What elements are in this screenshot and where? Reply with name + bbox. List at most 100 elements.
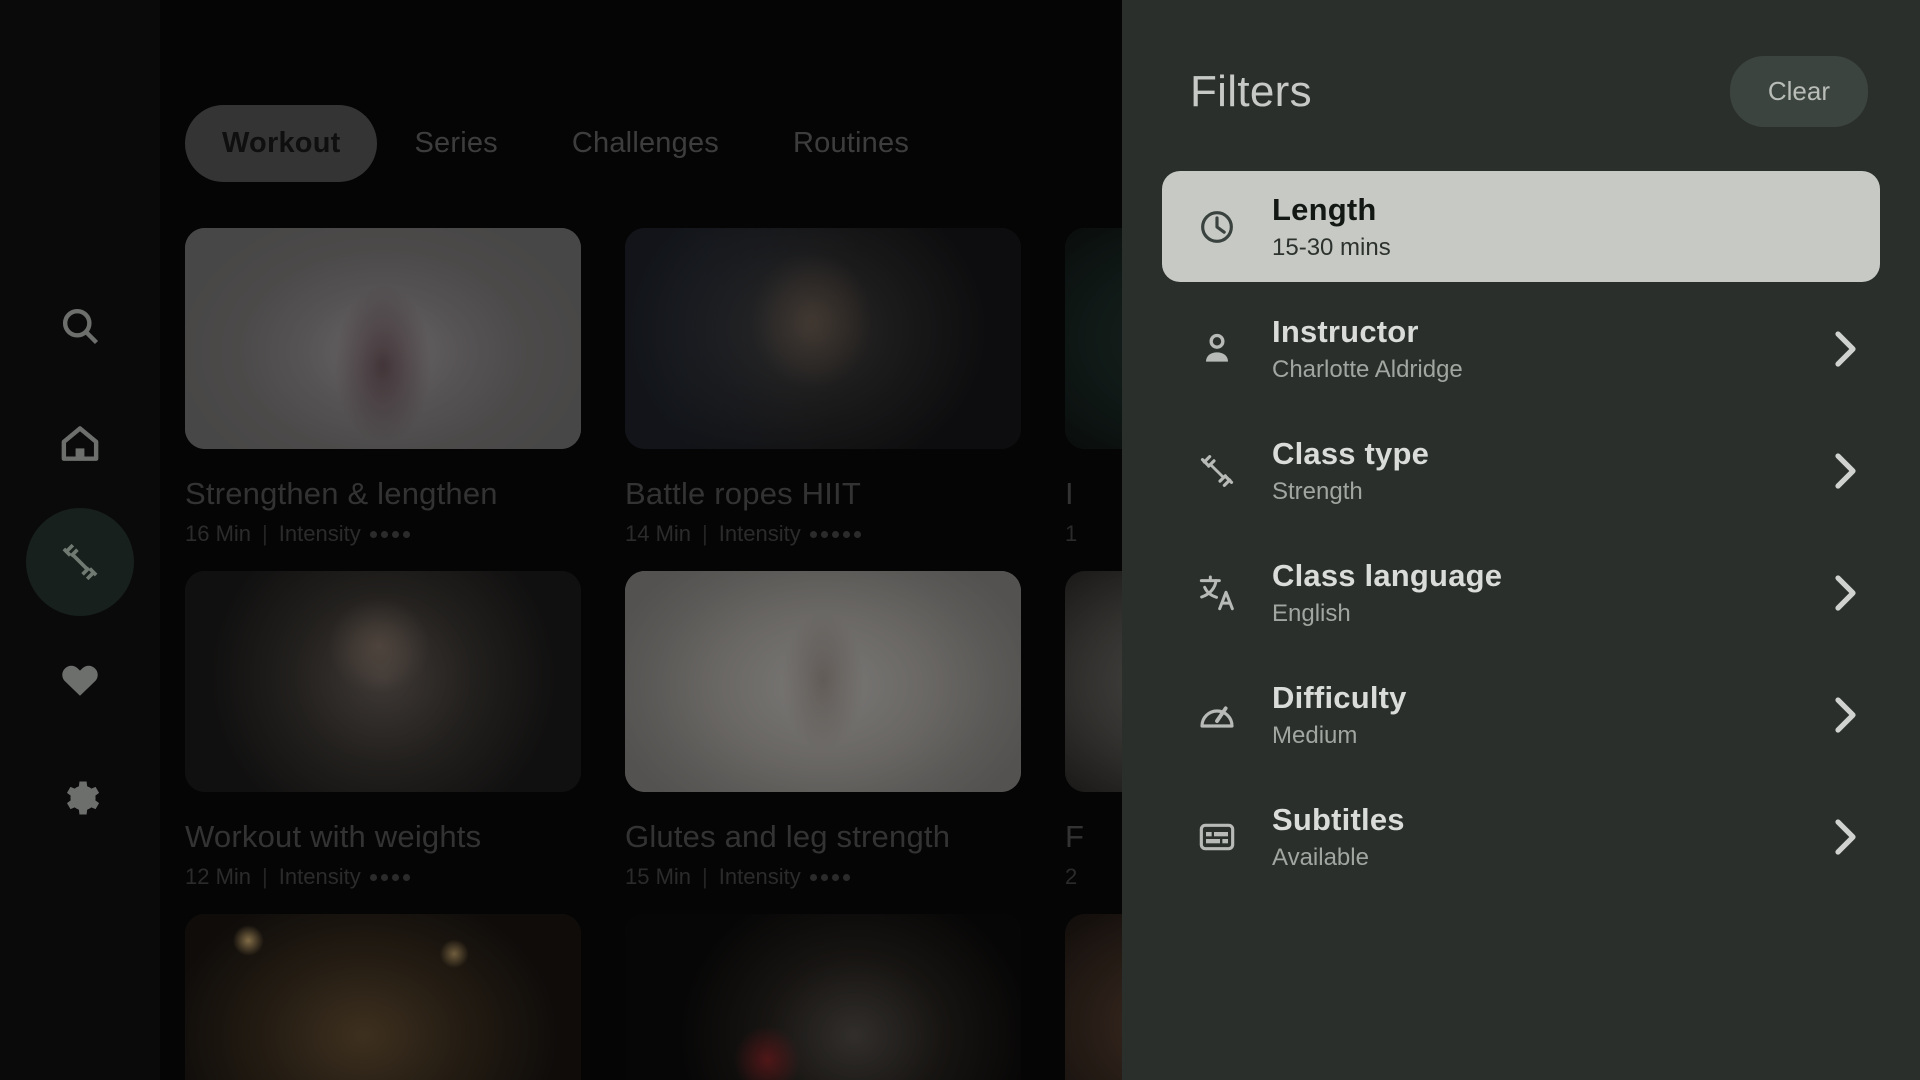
workout-card[interactable]: Strengthen & lengthen 16 Min | Intensity <box>185 228 581 547</box>
chevron-right-icon[interactable] <box>1832 695 1858 735</box>
intensity-dots <box>809 873 850 881</box>
tab-workout[interactable]: Workout <box>185 105 378 182</box>
person-icon <box>1190 329 1244 369</box>
workout-title: Strengthen & lengthen <box>185 476 498 511</box>
filter-row-instructor[interactable]: Instructor Charlotte Aldridge <box>1162 293 1880 404</box>
chevron-right-icon[interactable] <box>1832 451 1858 491</box>
meta-separator: | <box>702 864 708 889</box>
dumbbell-icon <box>1190 451 1244 491</box>
sidebar-item-settings[interactable] <box>26 744 134 852</box>
sidebar-nav <box>0 0 160 1080</box>
tab-challenges[interactable]: Challenges <box>535 105 756 182</box>
meta-separator: | <box>262 864 268 889</box>
filter-text: Length 15-30 mins <box>1272 192 1391 262</box>
filters-list: Length 15-30 mins Instructor Charlotte A… <box>1162 171 1880 892</box>
tab-series[interactable]: Series <box>377 105 534 182</box>
workout-duration: 2 <box>1065 864 1078 889</box>
filter-row-class-type[interactable]: Class type Strength <box>1162 415 1880 526</box>
workout-card[interactable]: Glutes and leg strength 15 Min | Intensi… <box>625 571 1021 890</box>
filter-row-class-language[interactable]: Class language English <box>1162 537 1880 648</box>
filter-text: Difficulty Medium <box>1272 680 1407 750</box>
filter-row-difficulty[interactable]: Difficulty Medium <box>1162 659 1880 770</box>
filter-text: Subtitles Available <box>1272 802 1405 872</box>
filter-text: Instructor Charlotte Aldridge <box>1272 314 1463 384</box>
workout-card[interactable] <box>625 914 1021 1080</box>
tab-bar: Workout Series Challenges Routines <box>185 105 946 182</box>
sidebar-item-favourites[interactable] <box>26 626 134 734</box>
sidebar-item-search[interactable] <box>26 272 134 380</box>
workout-title: Glutes and leg strength <box>625 819 951 854</box>
workout-thumbnail <box>625 228 1021 449</box>
heart-icon <box>62 665 98 696</box>
filter-label: Class language <box>1272 557 1503 593</box>
gear-icon <box>66 781 100 815</box>
clock-icon <box>1190 207 1244 247</box>
search-icon <box>62 308 99 345</box>
filter-text: Class type Strength <box>1272 436 1429 506</box>
intensity-dots <box>369 530 410 538</box>
workout-thumbnail <box>185 914 581 1080</box>
filter-label: Length <box>1272 191 1377 227</box>
workout-meta: 16 Min | Intensity <box>185 521 581 547</box>
workout-meta: 12 Min | Intensity <box>185 864 581 890</box>
home-icon <box>61 426 99 461</box>
filter-value: 15-30 mins <box>1272 233 1391 261</box>
chevron-right-icon[interactable] <box>1832 329 1858 369</box>
filter-label: Class type <box>1272 435 1430 471</box>
workout-duration: 16 Min <box>185 521 252 546</box>
workout-thumbnail <box>625 571 1021 792</box>
dumbbell-icon <box>62 543 98 581</box>
chevron-right-icon[interactable] <box>1832 573 1858 613</box>
filter-value: English <box>1272 599 1351 627</box>
workout-intensity-label: Intensity <box>718 864 801 889</box>
filters-header: Filters Clear <box>1162 0 1880 127</box>
speedometer-icon <box>1190 695 1244 735</box>
workout-meta: 14 Min | Intensity <box>625 521 1021 547</box>
filter-row-subtitles[interactable]: Subtitles Available <box>1162 781 1880 892</box>
workout-thumbnail <box>185 571 581 792</box>
workout-duration: 12 Min <box>185 864 252 889</box>
filter-value: Medium <box>1272 721 1358 749</box>
sidebar-item-workouts[interactable] <box>26 508 134 616</box>
clear-filters-button[interactable]: Clear <box>1729 56 1868 127</box>
workout-title: Battle ropes HIIT <box>625 476 861 511</box>
chevron-right-icon[interactable] <box>1832 817 1858 857</box>
row-spacer <box>1162 770 1880 781</box>
filters-panel: Filters Clear Length 15-30 mins Instruct… <box>1122 0 1920 1080</box>
filter-value: Strength <box>1272 477 1363 505</box>
filter-value: Available <box>1272 843 1369 871</box>
filter-value: Charlotte Aldridge <box>1272 355 1463 383</box>
filter-row-length[interactable]: Length 15-30 mins <box>1162 171 1880 282</box>
workout-intensity-label: Intensity <box>718 521 801 546</box>
workout-intensity-label: Intensity <box>278 521 361 546</box>
filter-label: Subtitles <box>1272 801 1405 837</box>
row-spacer <box>1162 648 1880 659</box>
workout-meta: 15 Min | Intensity <box>625 864 1021 890</box>
filter-label: Instructor <box>1272 313 1419 349</box>
translate-icon <box>1190 573 1244 613</box>
page-title: Filters <box>1190 66 1312 116</box>
sidebar-item-home[interactable] <box>26 390 134 498</box>
meta-separator: | <box>702 521 708 546</box>
workout-thumbnail <box>185 228 581 449</box>
workout-card[interactable]: Battle ropes HIIT 14 Min | Intensity <box>625 228 1021 547</box>
workout-thumbnail <box>625 914 1021 1080</box>
workout-duration: 15 Min <box>625 864 692 889</box>
intensity-dots <box>809 530 861 538</box>
workout-duration: 14 Min <box>625 521 692 546</box>
intensity-dots <box>369 873 410 881</box>
tab-routines[interactable]: Routines <box>756 105 946 182</box>
workout-card[interactable] <box>185 914 581 1080</box>
meta-separator: | <box>262 521 268 546</box>
filter-text: Class language English <box>1272 558 1502 628</box>
workout-duration: 1 <box>1065 521 1078 546</box>
workout-title: Workout with weights <box>185 819 482 854</box>
app-screen: Workout Series Challenges Routines Stren… <box>0 0 1920 1080</box>
filter-label: Difficulty <box>1272 679 1407 715</box>
workout-card[interactable]: Workout with weights 12 Min | Intensity <box>185 571 581 890</box>
row-spacer <box>1162 404 1880 415</box>
subtitles-icon <box>1190 817 1244 857</box>
row-spacer <box>1162 526 1880 537</box>
workout-intensity-label: Intensity <box>278 864 361 889</box>
row-spacer <box>1162 282 1880 293</box>
